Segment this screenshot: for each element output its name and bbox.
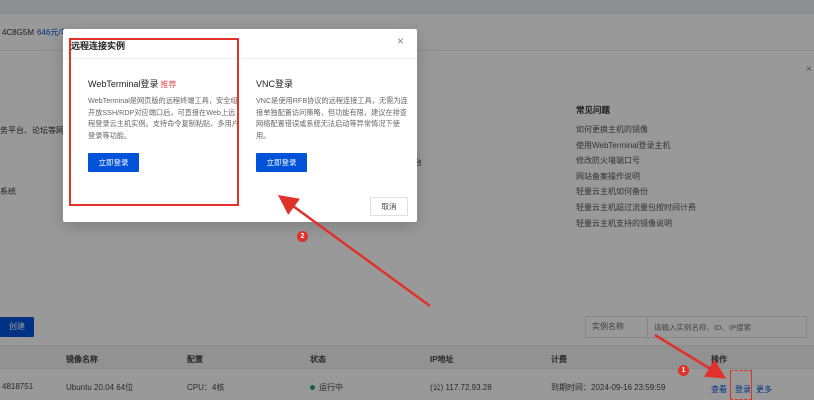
vnc-title: VNC登录	[256, 79, 294, 89]
vnc-login-button[interactable]: 立即登录	[256, 153, 307, 172]
cancel-button[interactable]: 取消	[370, 197, 408, 216]
vnc-desc: VNC是使用RFB协议的远程连接工具，无需为连接单独配置访问策略，但功能有限，建…	[256, 96, 408, 140]
highlight-box-login	[730, 370, 752, 400]
step-badge-2: 2	[297, 231, 308, 242]
highlight-box-webterminal	[69, 38, 239, 206]
close-icon[interactable]: ×	[397, 35, 404, 47]
step-badge-1: 1	[678, 365, 689, 376]
